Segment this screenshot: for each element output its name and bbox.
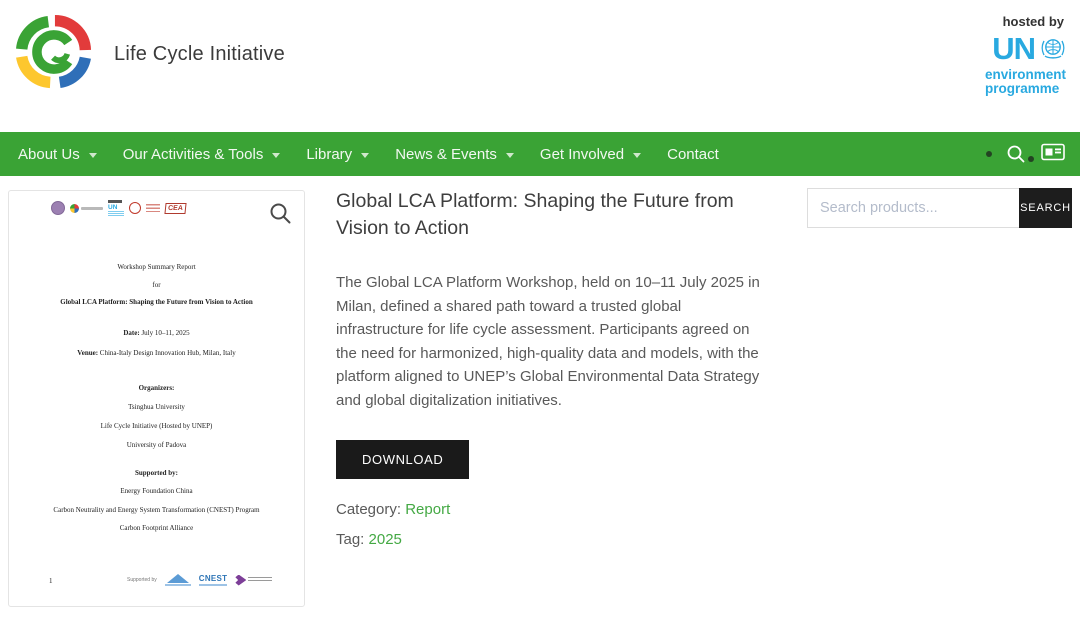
newsletter-icon[interactable]: [1040, 141, 1066, 168]
red-text-logo-icon: [146, 204, 160, 212]
nav-item-get-involved[interactable]: Get Involved: [540, 132, 667, 176]
product-search: SEARCH: [807, 188, 1072, 228]
search-products-input[interactable]: [807, 188, 1019, 228]
un-environment-label: environment: [985, 68, 1066, 82]
nav-item-contact[interactable]: Contact: [667, 132, 745, 176]
hosted-by-block: hosted by UN environment programme: [985, 14, 1066, 96]
cover-organizer: Tsinghua University: [9, 403, 304, 412]
cover-logos-row: UN CEA: [51, 199, 186, 217]
cover-page-number: 1: [49, 577, 53, 585]
nav-item-news-events[interactable]: News & Events: [395, 132, 540, 176]
chevron-down-icon: [633, 153, 641, 158]
carbon-footprint-alliance-logo-icon: [235, 575, 272, 586]
nav-search-button[interactable]: [1006, 144, 1026, 164]
page: Life Cycle Initiative hosted by UN envir…: [0, 0, 1080, 618]
cover-organizer: University of Padova: [9, 441, 304, 450]
red-seal-icon: [129, 202, 141, 214]
product-image-card[interactable]: UN CEA Workshop Summary Report for Globa…: [8, 190, 305, 607]
cover-venue: Venue: China-Italy Design Innovation Hub…: [9, 349, 304, 358]
un-wordmark: UN: [992, 35, 1035, 63]
report-cover: UN CEA Workshop Summary Report for Globa…: [9, 191, 304, 606]
product-title: Global LCA Platform: Shaping the Future …: [336, 188, 791, 242]
cover-organizer: Life Cycle Initiative (Hosted by UNEP): [9, 422, 304, 431]
nav-label: About Us: [18, 146, 80, 163]
nav-bullet-dot: [986, 151, 992, 157]
chevron-down-icon: [506, 153, 514, 158]
product-main: Global LCA Platform: Shaping the Future …: [336, 188, 791, 548]
chevron-down-icon: [361, 153, 369, 158]
search-icon: [1006, 144, 1026, 164]
cover-title-line3: Global LCA Platform: Shaping the Future …: [9, 298, 304, 307]
nav-item-activities-tools[interactable]: Our Activities & Tools: [123, 132, 307, 176]
nav-label: Our Activities & Tools: [123, 146, 264, 163]
life-cycle-swirl-icon: [10, 14, 98, 95]
nav-label: Library: [306, 146, 352, 163]
cover-title-line2: for: [9, 281, 304, 290]
un-emblem-icon: [1040, 35, 1066, 66]
tag-row: Tag: 2025: [336, 531, 791, 548]
cover-supporter: Carbon Footprint Alliance: [9, 524, 304, 533]
mini-un-logo-icon: UN: [108, 200, 124, 216]
site-header: Life Cycle Initiative hosted by UN envir…: [0, 0, 1080, 132]
chevron-down-icon: [272, 153, 280, 158]
cover-supporter: Carbon Neutrality and Energy System Tran…: [9, 506, 304, 515]
tag-label: Tag:: [336, 531, 364, 548]
tag-link[interactable]: 2025: [369, 531, 402, 548]
brand-name: Life Cycle Initiative: [114, 43, 285, 66]
mini-lci-logo-icon: [70, 204, 103, 213]
image-zoom-icon[interactable]: [268, 201, 292, 230]
cea-logo: CEA: [164, 203, 186, 214]
un-programme-label: programme: [985, 82, 1066, 96]
download-button[interactable]: DOWNLOAD: [336, 440, 469, 479]
nav-label: News & Events: [395, 146, 497, 163]
nav-item-library[interactable]: Library: [306, 132, 395, 176]
main-navbar: About Us Our Activities & Tools Library …: [0, 132, 1080, 176]
nav-label: Contact: [667, 146, 719, 163]
cover-organizers-label: Organizers:: [9, 384, 304, 393]
hosted-by-label: hosted by: [985, 14, 1064, 29]
cover-date: Date: July 10–11, 2025: [9, 329, 304, 338]
chevron-down-icon: [89, 153, 97, 158]
cover-title-line1: Workshop Summary Report: [9, 263, 304, 272]
category-row: Category: Report: [336, 501, 791, 518]
cnest-logo: CNEST: [199, 574, 228, 586]
category-label: Category:: [336, 501, 401, 518]
footer-supported-by-label: Supported by: [127, 577, 157, 583]
site-logo[interactable]: Life Cycle Initiative: [10, 14, 285, 95]
product-description: The Global LCA Platform Workshop, held o…: [336, 271, 768, 412]
category-link[interactable]: Report: [405, 501, 450, 518]
cover-supporter: Energy Foundation China: [9, 487, 304, 496]
nav-item-about-us[interactable]: About Us: [18, 132, 123, 176]
tsinghua-seal-icon: [51, 201, 65, 215]
energy-foundation-logo-icon: [165, 574, 191, 586]
nav-bullet-dot: [1028, 156, 1034, 162]
cover-supported-label: Supported by:: [9, 469, 304, 478]
nav-label: Get Involved: [540, 146, 624, 163]
cover-footer: 1 Supported by CNEST: [9, 574, 304, 596]
search-products-button[interactable]: SEARCH: [1019, 188, 1072, 228]
